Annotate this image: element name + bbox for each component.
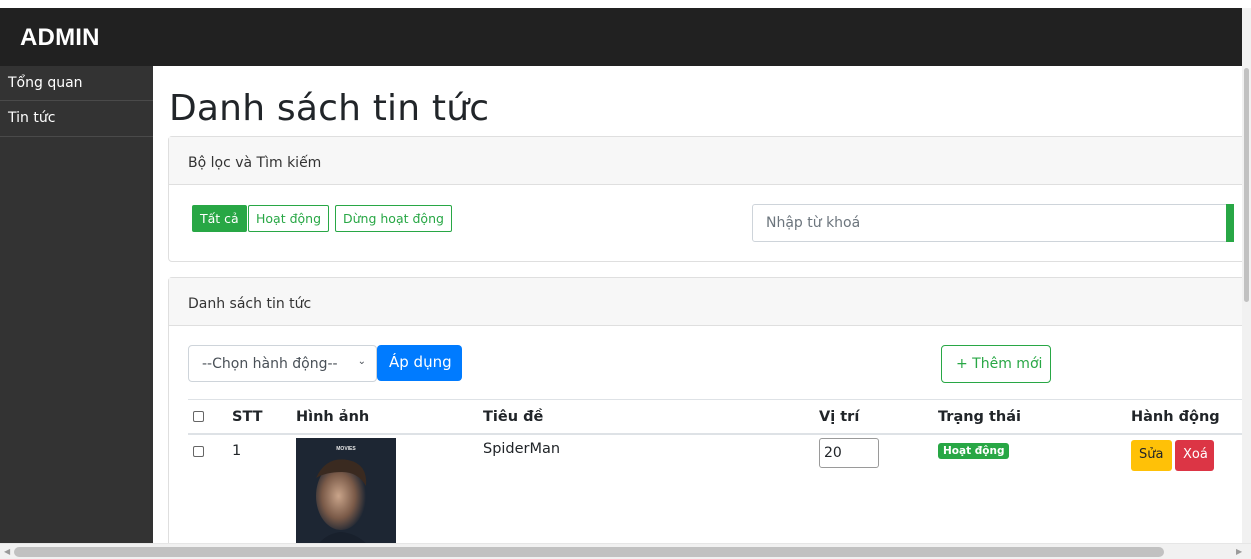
- bulk-action-selected: --Chọn hành động--: [202, 356, 338, 372]
- bulk-action-select[interactable]: --Chọn hành động-- ⌄: [188, 345, 377, 382]
- column-header-actions: Hành động: [1131, 409, 1220, 425]
- sidebar: Tổng quan Tin tức: [0, 66, 153, 543]
- status-badge[interactable]: Hoạt động: [938, 443, 1010, 459]
- sidebar-item-news[interactable]: Tin tức: [0, 101, 153, 137]
- filter-inactive-button[interactable]: Dừng hoạt động: [335, 205, 452, 232]
- sidebar-item-dashboard[interactable]: Tổng quan: [0, 66, 153, 101]
- search-button[interactable]: [1226, 204, 1234, 242]
- column-header-image: Hình ảnh: [296, 409, 370, 425]
- edit-button[interactable]: Sửa: [1131, 440, 1172, 471]
- poster-caption: MOVIES: [336, 446, 356, 452]
- chevron-down-icon: ⌄: [357, 356, 366, 367]
- top-header: ADMIN: [0, 8, 1242, 66]
- scroll-right-icon[interactable]: ▶: [1236, 547, 1242, 556]
- column-header-stt: STT: [232, 409, 263, 425]
- apply-button[interactable]: Áp dụng: [377, 345, 462, 381]
- page-title: Danh sách tin tức: [169, 88, 490, 129]
- poster-image: MOVIES: [296, 438, 396, 543]
- column-header-title: Tiêu đề: [483, 409, 544, 425]
- position-input[interactable]: 20: [819, 438, 879, 468]
- table-header-divider: [188, 433, 1242, 435]
- brand-logo[interactable]: ADMIN: [20, 24, 100, 52]
- scroll-left-icon[interactable]: ◀: [4, 547, 10, 556]
- select-all-checkbox[interactable]: [193, 411, 204, 422]
- filter-card: Bộ lọc và Tìm kiếm Tất cả Hoạt động Dừng…: [168, 136, 1242, 262]
- news-thumbnail: MOVIES: [296, 438, 396, 543]
- list-card-title: Danh sách tin tức: [169, 278, 1242, 326]
- top-strip: [0, 0, 1251, 8]
- keyword-search-input[interactable]: Nhập từ khoá: [752, 204, 1232, 242]
- row-checkbox[interactable]: [193, 446, 204, 457]
- vertical-scroll-thumb[interactable]: [1244, 68, 1249, 302]
- row-stt: 1: [232, 443, 242, 459]
- column-header-position: Vị trí: [819, 409, 860, 425]
- horizontal-scrollbar[interactable]: ◀ ▶: [0, 543, 1251, 559]
- horizontal-scroll-thumb[interactable]: [14, 547, 1164, 557]
- filter-card-title: Bộ lọc và Tìm kiếm: [169, 137, 1242, 185]
- table-top-divider: [188, 399, 1242, 400]
- filter-all-button[interactable]: Tất cả: [192, 205, 247, 232]
- news-list-card: Danh sách tin tức --Chọn hành động-- ⌄ Á…: [168, 277, 1242, 543]
- add-new-button[interactable]: + Thêm mới: [941, 345, 1051, 383]
- delete-button[interactable]: Xoá: [1175, 440, 1214, 471]
- main-content: Danh sách tin tức Bộ lọc và Tìm kiếm Tất…: [153, 66, 1242, 543]
- vertical-scrollbar[interactable]: [1242, 8, 1251, 543]
- filter-active-button[interactable]: Hoạt động: [248, 205, 330, 232]
- row-title: SpiderMan: [483, 441, 561, 457]
- column-header-status: Trạng thái: [938, 409, 1021, 425]
